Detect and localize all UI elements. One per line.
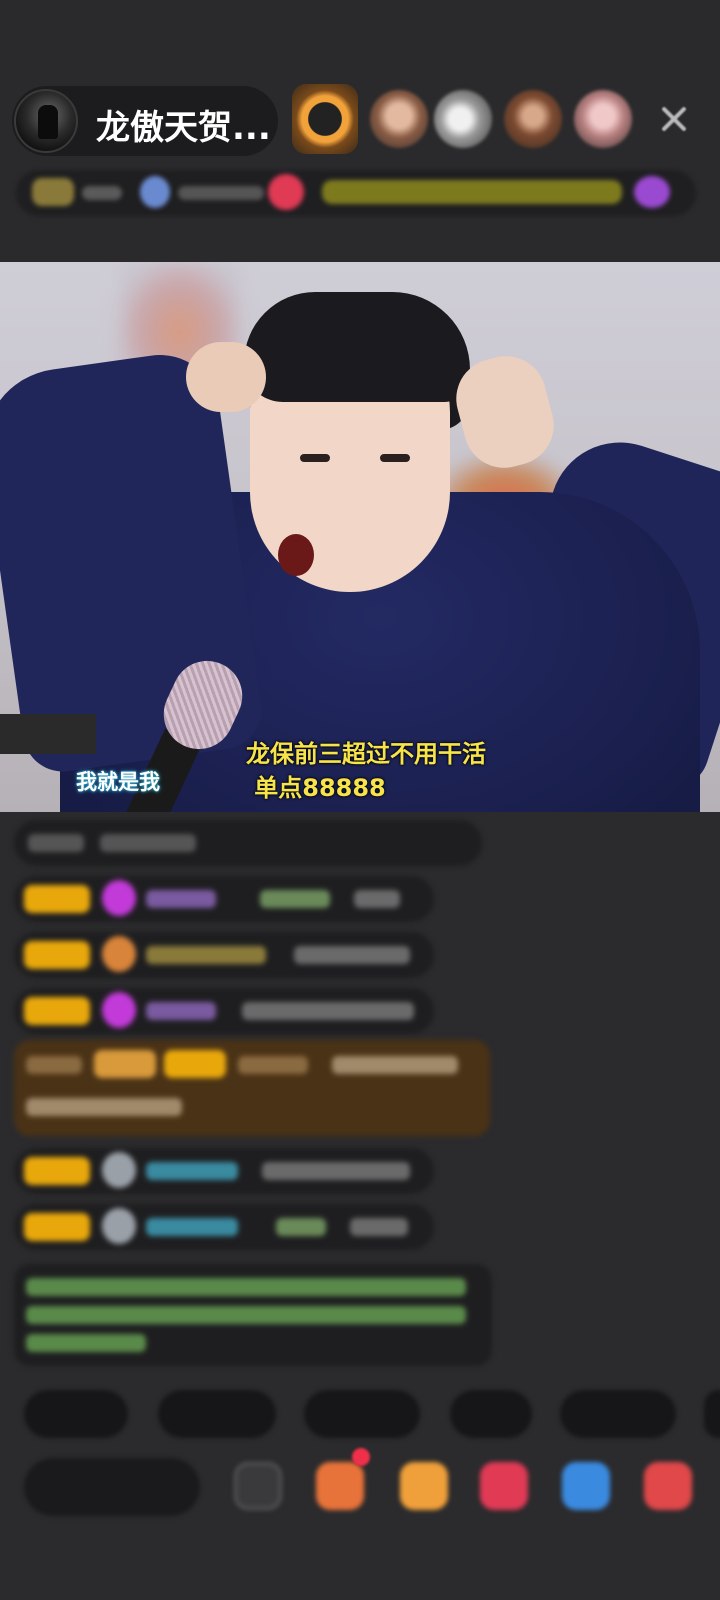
purple-badge[interactable] [634, 176, 670, 208]
anchor-name[interactable]: 龙傲天贺... [96, 100, 271, 149]
streamer-mouth [278, 534, 314, 576]
chat-message[interactable] [14, 820, 482, 866]
quick-reply-button[interactable] [24, 1390, 128, 1438]
streamer-hair-top [244, 292, 470, 402]
viewer-avatar[interactable] [434, 90, 492, 148]
system-notice [14, 1264, 492, 1366]
viewer-avatar[interactable] [504, 90, 562, 148]
red-packet-icon[interactable] [400, 1462, 448, 1510]
top-viewer-avatar[interactable] [292, 84, 358, 154]
colorful-badge[interactable] [140, 176, 170, 208]
quick-reply-button[interactable] [158, 1390, 276, 1438]
notification-dot [352, 1448, 370, 1466]
rank-badge[interactable] [32, 178, 74, 206]
badge-text [82, 186, 122, 200]
gift-message[interactable] [14, 1040, 490, 1136]
close-icon[interactable] [656, 101, 692, 137]
chat-input[interactable] [24, 1458, 200, 1516]
video-corner-tag: 我就是我 [76, 770, 160, 794]
chat-message[interactable] [14, 932, 434, 978]
more-icon[interactable] [644, 1462, 692, 1510]
emoji-icon[interactable] [234, 1462, 282, 1510]
video-caption: 龙保前三超过不用干活 [246, 740, 486, 768]
live-header: 龙傲天贺... [0, 0, 720, 262]
gift-icon[interactable] [316, 1462, 364, 1510]
viewer-avatar[interactable] [370, 90, 428, 148]
chat-message[interactable] [14, 876, 434, 922]
badge-text [178, 186, 264, 200]
quick-reply-button[interactable] [304, 1390, 420, 1438]
streamer-eye [300, 454, 330, 462]
quick-reply-button[interactable] [450, 1390, 532, 1438]
game-icon[interactable] [562, 1462, 610, 1510]
live-video[interactable]: 龙保前三超过不用干活 单点88888 我就是我 [0, 262, 720, 812]
quick-reply-button[interactable] [704, 1390, 720, 1438]
shop-icon[interactable] [480, 1462, 528, 1510]
chat-message[interactable] [14, 988, 434, 1034]
red-badge[interactable] [268, 174, 304, 210]
yellow-tags[interactable] [322, 180, 622, 204]
chat-message[interactable] [14, 1148, 434, 1194]
chat-message[interactable] [14, 1204, 434, 1250]
quick-reply-button[interactable] [560, 1390, 676, 1438]
streamer-hand [186, 342, 266, 412]
streamer-eye [380, 454, 410, 462]
viewer-avatar[interactable] [574, 90, 632, 148]
anchor-avatar[interactable] [14, 89, 78, 153]
